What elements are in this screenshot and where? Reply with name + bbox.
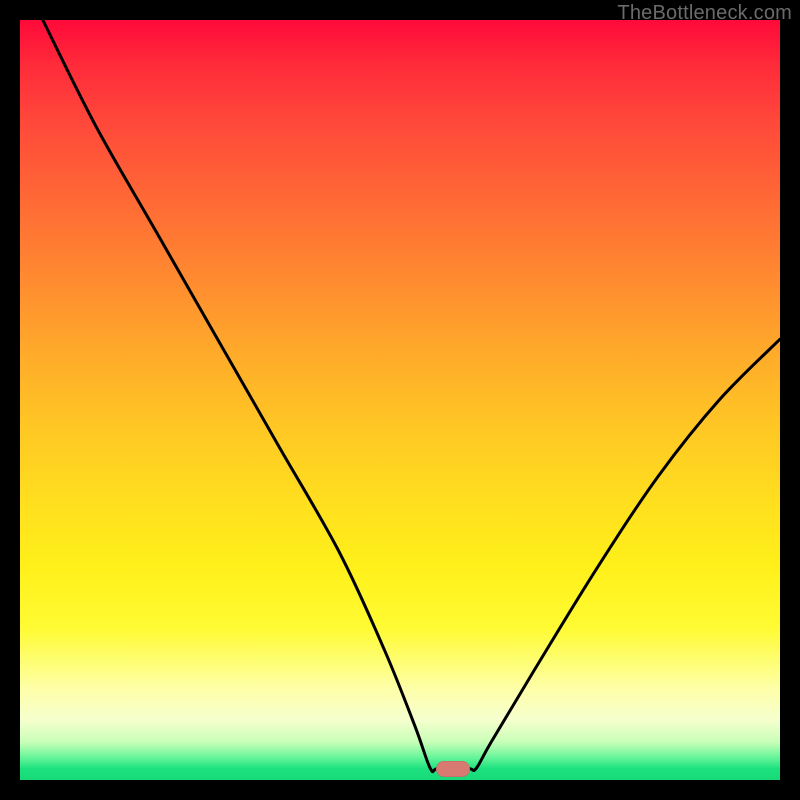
plot-area — [20, 20, 780, 780]
watermark-text: TheBottleneck.com — [617, 2, 792, 25]
optimal-point-marker — [436, 761, 470, 777]
bottleneck-curve — [20, 20, 780, 780]
chart-frame: TheBottleneck.com — [0, 0, 800, 800]
